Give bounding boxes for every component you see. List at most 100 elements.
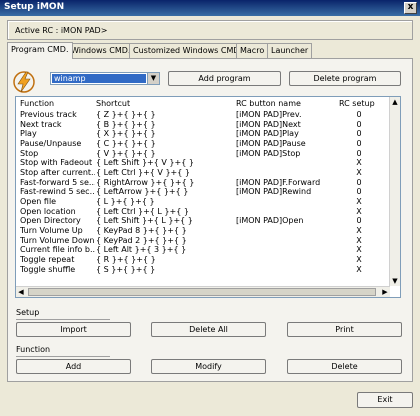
cell-function: Pause/Unpause [20,138,82,148]
table-row[interactable]: Stop { V }+{ }+{ } [iMON PAD]Stop 0 [16,149,390,159]
vertical-scrollbar[interactable]: ▲ ▼ [389,97,400,286]
tab-program-cmd[interactable]: Program CMD. [7,42,73,59]
program-select[interactable]: winamp ▼ [50,72,160,85]
scroll-thumb[interactable] [28,288,376,296]
import-button[interactable]: Import [16,322,131,337]
cell-rc-button: [iMON PAD]Open [236,216,304,226]
print-button[interactable]: Print [287,322,402,337]
cell-rc-setup: 0 [356,119,362,129]
tab-macro[interactable]: Macro [236,43,269,58]
delete-all-button[interactable]: Delete All [151,322,266,337]
command-list[interactable]: Function Shortcut RC button name RC setu… [15,96,401,298]
cell-rc-setup: 0 [356,187,362,197]
cell-function: Stop [20,148,39,158]
add-button[interactable]: Add [16,359,131,374]
add-program-button[interactable]: Add program [168,71,281,86]
column-header-rc-setup[interactable]: RC setup [339,99,375,108]
list-header: Function Shortcut RC button name RC setu… [16,97,390,109]
setup-divider [16,319,110,320]
cell-rc-setup: X [356,196,362,206]
cell-rc-setup: 0 [356,148,362,158]
cell-shortcut: { S }+{ }+{ } [96,264,156,274]
column-header-rc-button[interactable]: RC button name [236,99,346,108]
cell-rc-button: [iMON PAD]Play [236,129,299,139]
cell-shortcut: { Left Alt }+{ 3 }+{ } [96,245,187,255]
table-row[interactable]: Toggle repeat { R }+{ }+{ } X [16,255,390,265]
tab-customized-windows-cmd[interactable]: Customized Windows CMD. [129,43,247,58]
table-row[interactable]: Fast-rewind 5 sec...{ LeftArrow }+{ }+{ … [16,187,390,197]
cell-function: Fast-rewind 5 sec... [20,187,95,197]
chevron-down-icon[interactable]: ▼ [147,73,159,84]
cell-rc-setup: 0 [356,138,362,148]
cell-rc-button: [iMON PAD]Prev. [236,110,302,119]
table-row[interactable]: Open file { L }+{ }+{ } X [16,197,390,207]
column-header-function[interactable]: Function [20,99,95,108]
cell-rc-setup: 0 [356,110,362,119]
horizontal-scrollbar[interactable]: ◀ ▶ [16,286,390,297]
tab-launcher[interactable]: Launcher [267,43,313,58]
delete-program-button[interactable]: Delete program [289,71,401,86]
cell-rc-setup: X [356,158,362,168]
scroll-right-icon[interactable]: ▶ [380,287,390,297]
cell-rc-button: [iMON PAD]Rewind [236,187,312,197]
cell-function: Current file info b... [20,245,95,255]
cell-shortcut: { Z }+{ }+{ } [96,110,156,119]
table-row[interactable]: Play { X }+{ }+{ } [iMON PAD]Play 0 [16,129,390,139]
table-row[interactable]: Stop with Fadeout{ Left Shift }+{ V }+{ … [16,158,390,168]
table-row[interactable]: Current file info b...{ Left Alt }+{ 3 }… [16,245,390,255]
cell-shortcut: { Left Shift }+{ V }+{ } [96,158,194,168]
table-row[interactable]: Next track { B }+{ }+{ } [iMON PAD]Next 0 [16,120,390,130]
function-divider [16,356,110,357]
close-button[interactable]: x [404,2,417,14]
cell-rc-setup: X [356,235,362,245]
delete-button[interactable]: Delete [287,359,402,374]
cell-function: Turn Volume Down [20,235,95,245]
cell-rc-setup: X [356,245,362,255]
cell-rc-setup: X [356,225,362,235]
program-select-value: winamp [52,74,146,83]
cell-shortcut: { B }+{ }+{ } [96,119,156,129]
cell-rc-setup: X [356,167,362,177]
table-row[interactable]: Turn Volume Down{ KeyPad 2 }+{ }+{ } X [16,236,390,246]
title-bar: Setup iMON x [0,0,420,16]
modify-button[interactable]: Modify [151,359,266,374]
cell-rc-setup: 0 [356,216,362,226]
cell-shortcut: { X }+{ }+{ } [96,129,156,139]
cell-function: Open Directory [20,216,81,226]
window-title: Setup iMON [4,2,65,12]
cell-function: Stop after current... [20,167,95,177]
cell-shortcut: { LeftArrow }+{ }+{ } [96,187,189,197]
cell-rc-button: [iMON PAD]Next [236,119,301,129]
table-row[interactable]: Fast-forward 5 se...{ RightArrow }+{ }+{… [16,178,390,188]
cell-rc-button: [iMON PAD]F.Forward [236,177,321,187]
cell-function: Open location [20,206,76,216]
cell-function: Turn Volume Up [20,225,83,235]
table-row[interactable]: Open location { Left Ctrl }+{ L }+{ } X [16,207,390,217]
setup-section-label: Setup [16,308,40,317]
cell-rc-button: [iMON PAD]Stop [236,148,301,158]
scroll-left-icon[interactable]: ◀ [16,287,26,297]
cell-rc-setup: 0 [356,177,362,187]
cell-shortcut: { RightArrow }+{ }+{ } [96,177,195,187]
cell-rc-setup: X [356,254,362,264]
cell-function: Open file [20,196,57,206]
scroll-down-icon[interactable]: ▼ [390,276,400,286]
table-row[interactable]: Toggle shuffle { S }+{ }+{ } X [16,265,390,275]
cell-shortcut: { L }+{ }+{ } [96,196,155,206]
cell-function: Next track [20,119,62,129]
exit-button[interactable]: Exit [357,392,413,408]
scroll-up-icon[interactable]: ▲ [390,97,400,107]
table-row[interactable]: Open Directory { Left Shift }+{ L }+{ } [i… [16,216,390,226]
table-row[interactable]: Previous track { Z }+{ }+{ } [iMON PAD]Pre… [16,110,390,120]
tab-windows-cmd[interactable]: Windows CMD. [67,43,135,58]
cell-shortcut: { R }+{ }+{ } [96,254,156,264]
active-rc-box: Active RC : iMON PAD> [7,20,413,40]
list-rows: Previous track { Z }+{ }+{ } [iMON PAD]Pre… [16,110,390,274]
function-section-label: Function [16,345,51,354]
cell-function: Previous track [20,110,77,119]
column-header-shortcut[interactable]: Shortcut [96,99,232,108]
cell-rc-button: [iMON PAD]Pause [236,138,306,148]
table-row[interactable]: Pause/Unpause { C }+{ }+{ } [iMON PAD]Paus… [16,139,390,149]
table-row[interactable]: Turn Volume Up { KeyPad 8 }+{ }+{ } X [16,226,390,236]
table-row[interactable]: Stop after current...{ Left Ctrl }+{ V }… [16,168,390,178]
